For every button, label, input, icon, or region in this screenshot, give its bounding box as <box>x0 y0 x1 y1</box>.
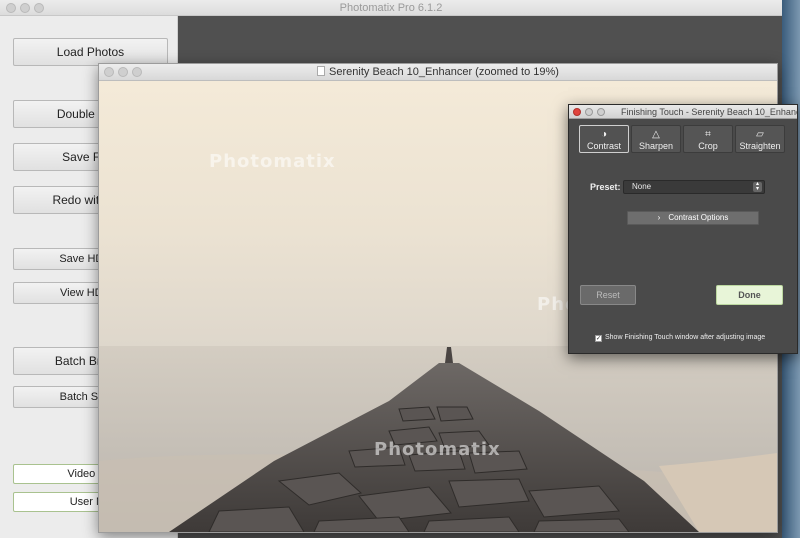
tab-sharpen[interactable]: △ Sharpen <box>631 125 681 153</box>
finishing-touch-tabs: ◑ Contrast △ Sharpen ⌗ Crop ▱ Straighten <box>579 125 787 155</box>
contrast-icon: ◑ <box>600 129 608 140</box>
tab-label: Sharpen <box>638 141 674 151</box>
finishing-touch-titlebar: Finishing Touch - Serenity Beach 10_Enha… <box>569 105 797 119</box>
minimize-window-icon[interactable] <box>118 67 128 77</box>
straighten-icon: ▱ <box>756 129 764 140</box>
load-photos-button[interactable]: Load Photos <box>13 38 168 66</box>
finishing-touch-title: Finishing Touch - Serenity Beach 10_Enha… <box>621 107 797 117</box>
contrast-options-label: Contrast Options <box>668 213 729 222</box>
crop-icon: ⌗ <box>705 129 711 140</box>
done-button[interactable]: Done <box>716 285 783 305</box>
main-window-title: Photomatix Pro 6.1.2 <box>339 2 443 14</box>
enhancer-window-title: Serenity Beach 10_Enhancer (zoomed to 19… <box>329 66 559 78</box>
document-icon <box>317 66 326 76</box>
zoom-window-icon[interactable] <box>34 3 44 13</box>
close-window-icon[interactable] <box>6 3 16 13</box>
tab-label: Crop <box>698 141 718 151</box>
watermark-text: Photomatix <box>374 439 501 460</box>
tab-label: Straighten <box>739 141 781 151</box>
show-finishing-touch-checkbox[interactable]: ✓ Show Finishing Touch window after adjus… <box>595 334 765 342</box>
minimize-window-icon[interactable] <box>20 3 30 13</box>
tab-contrast[interactable]: ◑ Contrast <box>579 125 629 153</box>
preset-select[interactable]: None ▴ ▾ <box>623 180 765 194</box>
finishing-touch-window: Finishing Touch - Serenity Beach 10_Enha… <box>568 104 798 354</box>
close-window-icon[interactable] <box>573 108 581 116</box>
tab-straighten[interactable]: ▱ Straighten <box>735 125 785 153</box>
reset-button[interactable]: Reset <box>580 285 636 305</box>
close-window-icon[interactable] <box>104 67 114 77</box>
tab-label: Contrast <box>586 141 621 151</box>
preset-label: Preset: <box>590 182 621 192</box>
contrast-options-button[interactable]: › Contrast Options <box>627 211 759 225</box>
minimize-window-icon[interactable] <box>585 108 593 116</box>
zoom-window-icon[interactable] <box>597 108 605 116</box>
zoom-window-icon[interactable] <box>132 67 142 77</box>
watermark-text: Photomatix <box>209 151 336 172</box>
preset-value: None <box>632 182 652 191</box>
chevron-right-icon: › <box>657 213 661 222</box>
chevron-updown-icon: ▴ ▾ <box>753 181 762 192</box>
checkbox-checked-icon[interactable]: ✓ <box>595 335 602 342</box>
sharpen-icon: △ <box>652 129 660 140</box>
main-titlebar: Photomatix Pro 6.1.2 <box>0 0 782 16</box>
checkbox-label: Show Finishing Touch window after adjust… <box>605 334 766 341</box>
tab-crop[interactable]: ⌗ Crop <box>683 125 733 153</box>
enhancer-titlebar: Serenity Beach 10_Enhancer (zoomed to 19… <box>99 64 777 81</box>
